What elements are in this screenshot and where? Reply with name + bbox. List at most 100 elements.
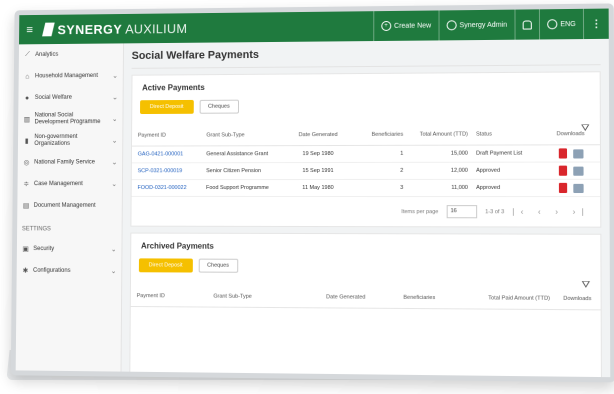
sidebar-item-document-management[interactable]: ▤ Document Management <box>17 195 122 217</box>
payment-id-link[interactable]: SCP-0321-000019 <box>132 163 203 180</box>
users-icon: ● <box>23 95 31 102</box>
sidebar-item-analytics[interactable]: ⟋ Analytics <box>19 43 123 65</box>
column-header: Downloads <box>554 289 601 310</box>
brand-name: SYNERGY <box>57 21 122 36</box>
analytics-icon: ⟋ <box>24 51 32 59</box>
column-header[interactable]: Total Paid Amount (TTD) <box>454 288 554 310</box>
table-row: FOOD-0321-000022 Food Support Programme … <box>132 179 601 196</box>
filter-icon[interactable]: ⛛ <box>581 123 590 134</box>
sidebar-item-case-management[interactable]: ≑ Case Management ⌄ <box>17 173 122 195</box>
items-per-page-select[interactable]: 16 <box>447 205 477 218</box>
archived-payments-card: Archived Payments Direct Deposit Cheques… <box>129 233 602 383</box>
payment-id-link[interactable]: FOOD-0321-000022 <box>132 180 203 197</box>
notifications-button[interactable] <box>514 9 539 39</box>
document-icon[interactable] <box>573 183 583 192</box>
more-menu-button[interactable]: ⋮ <box>583 9 609 40</box>
table-row: SCP-0321-000019 Senior Citizen Pension 1… <box>132 162 600 180</box>
sidebar-item-configurations[interactable]: ✱ Configurations ⌄ <box>17 260 122 282</box>
sidebar-item-national-family-service[interactable]: ◎ National Family Service ⌄ <box>18 152 123 174</box>
total-amount: 15,000 <box>407 145 472 162</box>
main-content: Social Welfare Payments Active Payments … <box>122 39 611 377</box>
column-header[interactable]: Payment ID <box>131 286 210 307</box>
chevron-down-icon: ⌄ <box>111 180 117 188</box>
create-new-label: Create New <box>394 22 431 29</box>
total-amount: 12,000 <box>407 162 472 179</box>
column-header[interactable]: Total Amount (TTD) <box>407 124 472 145</box>
case-icon: ≑ <box>22 180 30 188</box>
home-icon: ⌂ <box>23 73 31 80</box>
gear-icon: ✱ <box>21 267 29 275</box>
sidebar-item-label: Document Management <box>34 202 117 209</box>
chevron-down-icon: ⌄ <box>112 115 118 123</box>
column-header[interactable]: Date Generated <box>307 287 385 308</box>
language-selector[interactable]: ENG <box>539 9 583 40</box>
device-screen: ≡ SYNERGY AUXILIUM + Create New Synergy … <box>11 3 614 382</box>
tab-direct-deposit[interactable]: Direct Deposit <box>140 100 193 114</box>
status: Draft Payment List <box>472 145 541 162</box>
column-header[interactable]: Grant Sub-Type <box>209 287 306 308</box>
tab-direct-deposit[interactable]: Direct Deposit <box>139 258 193 272</box>
date-generated: 15 Sep 1991 <box>287 162 349 179</box>
date-generated: 11 May 1980 <box>287 179 349 196</box>
filter-icon[interactable]: ⛛ <box>581 280 590 291</box>
sidebar-item-label: Analytics <box>35 51 118 59</box>
language-label: ENG <box>560 20 576 27</box>
user-menu[interactable]: Synergy Admin <box>438 10 514 41</box>
column-header[interactable]: Grant Sub-Type <box>202 125 287 146</box>
column-header[interactable]: Payment ID <box>132 126 203 146</box>
sidebar-item-label: National Family Service <box>34 159 108 166</box>
archived-payments-table: Payment ID Grant Sub-Type Date Generated… <box>131 286 601 310</box>
tab-cheques[interactable]: Cheques <box>198 259 238 273</box>
sidebar-item-label: Security <box>33 246 107 253</box>
create-new-button[interactable]: + Create New <box>373 10 438 41</box>
payment-id-link[interactable]: GAG-0421-000001 <box>132 146 203 163</box>
pdf-icon[interactable] <box>558 183 566 193</box>
settings-heading: SETTINGS <box>17 217 122 239</box>
document-icon: ▤ <box>22 202 30 210</box>
brand-logo[interactable]: SYNERGY AUXILIUM <box>42 21 187 37</box>
tab-cheques[interactable]: Cheques <box>199 100 238 114</box>
active-payment-tabs: Direct Deposit Cheques <box>132 96 600 120</box>
sidebar-item-security[interactable]: ▣ Security ⌄ <box>17 238 122 260</box>
status: Approved <box>472 162 541 179</box>
support-icon: ◎ <box>23 159 31 167</box>
downloads-cell <box>541 179 600 196</box>
document-icon[interactable] <box>573 149 583 158</box>
user-name: Synergy Admin <box>459 21 507 29</box>
column-header[interactable]: Date Generated <box>287 125 349 146</box>
sidebar-item-label: Configurations <box>33 267 107 274</box>
brand-suffix: AUXILIUM <box>125 21 187 36</box>
sidebar-item-label: Household Management <box>35 72 108 79</box>
sidebar: ⟋ Analytics ⌂ Household Management ⌄ ● S… <box>16 43 124 371</box>
sidebar-item-social-welfare[interactable]: ● Social Welfare ⌄ <box>18 87 122 109</box>
sidebar-item-national-social-development[interactable]: ▥ National Social Development Programme … <box>18 108 122 130</box>
table-header-row: Payment ID Grant Sub-Type Date Generated… <box>132 124 600 146</box>
sidebar-item-household-management[interactable]: ⌂ Household Management ⌄ <box>19 65 123 87</box>
active-payments-card: Active Payments Direct Deposit Cheques ⛛… <box>130 71 601 227</box>
sidebar-item-label: Case Management <box>34 181 108 188</box>
table-row: GAG-0421-000001 General Assistance Grant… <box>132 145 600 163</box>
column-header[interactable]: Beneficiaries <box>349 125 407 146</box>
beneficiaries: 2 <box>349 162 407 179</box>
sidebar-item-ngo[interactable]: ▮ Non-government Organizations ⌄ <box>18 130 122 152</box>
chevron-down-icon: ⌄ <box>112 137 118 145</box>
plus-circle-icon: + <box>381 21 391 31</box>
pdf-icon[interactable] <box>558 148 566 158</box>
pdf-icon[interactable] <box>558 166 566 176</box>
column-header[interactable]: Beneficiaries <box>385 288 454 309</box>
hamburger-icon[interactable]: ≡ <box>19 23 40 37</box>
document-icon[interactable] <box>573 166 583 175</box>
user-icon <box>446 20 456 30</box>
page-range: 1-3 of 3 <box>485 209 504 215</box>
downloads-cell <box>541 162 600 179</box>
beneficiaries: 3 <box>349 179 407 196</box>
column-header[interactable]: Status <box>472 124 541 145</box>
sidebar-item-label: National Social Development Programme <box>34 112 108 126</box>
total-amount: 11,000 <box>407 179 472 196</box>
grant-sub-type: Food Support Programme <box>202 180 287 197</box>
bank-icon: ▥ <box>23 116 31 124</box>
grant-sub-type: General Assistance Grant <box>202 146 287 163</box>
grant-sub-type: Senior Citizen Pension <box>202 163 287 180</box>
pagination-nav-icons[interactable]: |‹ ‹ › ›| <box>512 207 590 216</box>
paginator: Items per page 16 1-3 of 3 |‹ ‹ › ›| <box>131 197 600 227</box>
